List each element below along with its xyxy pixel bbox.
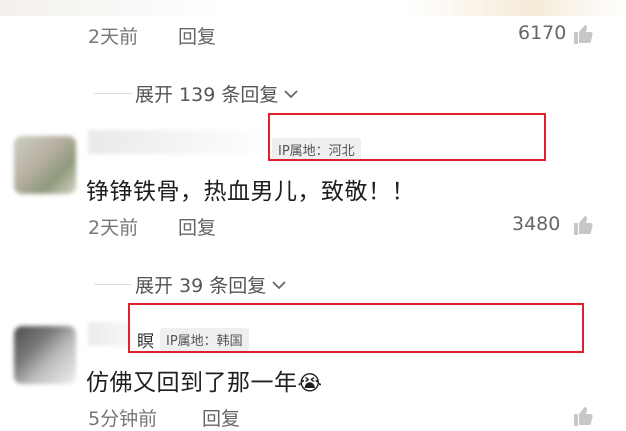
- expand-replies-2[interactable]: 展开 39 条回复: [135, 271, 288, 298]
- expand-replies-1[interactable]: 展开 139 条回复: [135, 80, 300, 107]
- comment-3-time: 5分钟前: [88, 408, 158, 430]
- comment-2-username[interactable]: [88, 130, 268, 154]
- thumbs-up-icon: [574, 215, 593, 235]
- thumbs-up-icon: [574, 24, 593, 44]
- crying-face-emoji: 😭: [297, 371, 323, 395]
- comment-2-avatar[interactable]: [14, 136, 76, 194]
- comment-3-text-row: 仿佛又回到了那一年😭: [86, 363, 323, 397]
- comment-3-like-button[interactable]: [572, 404, 596, 428]
- comment-3-reply-button[interactable]: 回复: [202, 404, 240, 431]
- expand-replies-1-label: 展开 139 条回复: [135, 84, 279, 106]
- comment-2-like-button[interactable]: [572, 213, 596, 237]
- comment-2-time: 2天前: [88, 217, 139, 239]
- comment-1-reply-button[interactable]: 回复: [178, 22, 216, 49]
- comment-2-like-count: 3480: [512, 213, 561, 235]
- comment-3-username-blur[interactable]: [88, 322, 132, 346]
- comment-1-time: 2天前: [88, 26, 139, 48]
- top-blur-strip: [0, 0, 626, 16]
- thumbs-up-icon: [574, 406, 593, 426]
- highlight-box-1: [268, 113, 546, 161]
- comment-3-text: 仿佛又回到了那一年: [86, 370, 298, 396]
- chevron-down-icon: [272, 280, 286, 289]
- highlight-box-2: [128, 303, 584, 353]
- expand-divider-1: [94, 93, 132, 94]
- expand-replies-2-label: 展开 39 条回复: [135, 275, 267, 297]
- comment-1-like-count: 6170: [518, 22, 567, 44]
- chevron-down-icon: [284, 89, 298, 98]
- comment-1-like-button[interactable]: [572, 22, 596, 46]
- comment-2-text: 铮铮铁骨，热血男儿，致敬！！: [86, 179, 415, 205]
- expand-divider-2: [94, 284, 132, 285]
- comment-3-avatar[interactable]: [14, 326, 76, 384]
- comment-2-reply-button[interactable]: 回复: [178, 213, 216, 240]
